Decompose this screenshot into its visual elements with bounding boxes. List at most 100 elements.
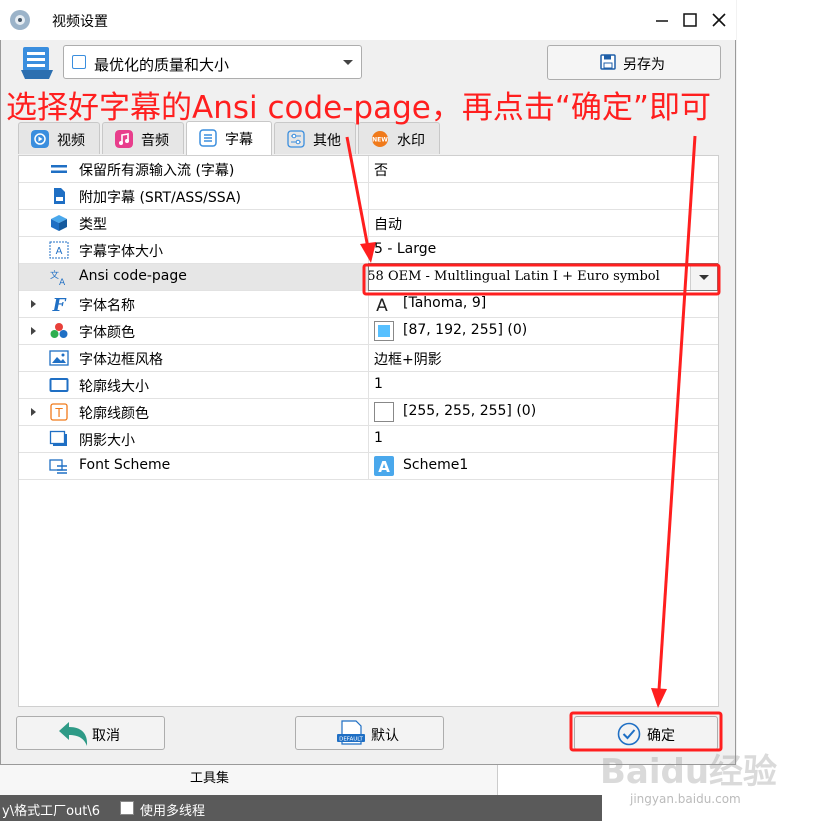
svg-text:A: A (378, 458, 390, 476)
property-value[interactable]: 5 - Large (374, 241, 436, 257)
equals-icon (51, 165, 67, 173)
cancel-label: 取消 (92, 728, 120, 744)
svg-text:文: 文 (50, 269, 59, 281)
settings-sliders-icon (287, 130, 305, 148)
save-as-button[interactable]: 另存为 (547, 45, 721, 80)
background-window-right (737, 0, 822, 821)
property-value[interactable]: [87, 192, 255] (0) (403, 322, 527, 338)
default-doc-icon: DEFAULT (337, 720, 365, 745)
property-row-attach-subtitle[interactable]: 附加字幕 (SRT/ASS/SSA) (19, 183, 718, 210)
maximize-button[interactable] (678, 8, 702, 32)
multithread-label: 使用多线程 (140, 804, 206, 819)
video-icon (31, 130, 49, 148)
save-as-label: 另存为 (623, 57, 665, 73)
property-label: 阴影大小 (79, 433, 135, 449)
property-row-shadow-size[interactable]: 阴影大小 1 (19, 426, 718, 453)
property-row-font-size[interactable]: A 字幕字体大小 5 - Large (19, 237, 718, 264)
column-divider (368, 291, 369, 318)
column-divider (368, 453, 369, 480)
cancel-button[interactable]: 取消 (16, 716, 165, 750)
close-button[interactable] (707, 8, 731, 32)
color-swatch-icon[interactable] (374, 402, 394, 422)
property-row-border-style[interactable]: 字体边框风格 边框+阴影 (19, 345, 718, 372)
image-icon (49, 350, 69, 366)
close-icon (712, 13, 726, 27)
text-t-icon: T (50, 403, 68, 421)
property-row-outline-color[interactable]: T 轮廓线颜色 [255, 255, 255] (0) (19, 399, 718, 426)
property-label: 附加字幕 (SRT/ASS/SSA) (79, 190, 241, 206)
property-grid: 保留所有源输入流 (字幕) 否 附加字幕 (SRT/ASS/SSA) 类型 自动… (18, 155, 719, 707)
expand-arrow-icon[interactable] (31, 300, 36, 308)
property-row-type[interactable]: 类型 自动 (19, 210, 718, 237)
property-label: 保留所有源输入流 (字幕) (79, 163, 235, 179)
background-panel (0, 765, 497, 795)
rectangle-icon (49, 378, 69, 392)
svg-text:T: T (54, 406, 63, 420)
property-label: 类型 (79, 217, 107, 233)
column-divider (368, 426, 369, 453)
expand-arrow-icon[interactable] (31, 408, 36, 416)
status-bar: y\格式工厂out\6 使用多线程 (0, 795, 602, 821)
letter-a-icon: A (376, 296, 388, 314)
watermark-text: Baidu经验 (600, 752, 778, 792)
preset-selected-value: 最优化的质量和大小 (94, 56, 230, 74)
property-label: 轮廓线颜色 (79, 406, 149, 422)
property-value[interactable]: 否 (374, 160, 388, 180)
palette-icon (50, 323, 68, 338)
default-badge-text: DEFAULT (339, 737, 363, 743)
ansi-code-page-dropdown[interactable]: 858 OEM - Multlingual Latin I + Euro sym… (368, 263, 718, 291)
ok-label: 确定 (647, 728, 675, 744)
minimize-button[interactable] (650, 8, 674, 32)
tab-label: 视频 (57, 133, 85, 149)
svg-text:NEW: NEW (372, 137, 388, 144)
property-value[interactable]: 1 (374, 430, 383, 446)
property-row-outline-size[interactable]: 轮廓线大小 1 (19, 372, 718, 399)
property-value[interactable]: Scheme1 (403, 457, 468, 473)
property-label: 字幕字体大小 (79, 244, 163, 260)
maximize-icon (683, 13, 697, 27)
column-divider (368, 237, 369, 264)
property-row-font-scheme[interactable]: Font Scheme A Scheme1 (19, 453, 718, 480)
font-f-icon: F (52, 295, 67, 313)
column-divider (368, 183, 369, 210)
preset-dropdown[interactable]: 最优化的质量和大小 (63, 45, 362, 79)
svg-text:F: F (52, 295, 67, 313)
svg-text:A: A (56, 246, 63, 257)
tab-label: 水印 (397, 133, 425, 149)
file-icon (54, 188, 65, 204)
property-row-font-name[interactable]: F 字体名称 A [Tahoma, 9] (19, 291, 718, 318)
minimize-icon (656, 20, 668, 22)
property-value[interactable]: 边框+阴影 (374, 349, 442, 369)
baidu-watermark: Baidu经验 jingyan.baidu.com (600, 744, 790, 814)
property-row-ansi-code-page[interactable]: 文A Ansi code-page 858 OEM - Multlingual … (19, 263, 718, 291)
translate-icon: 文A (50, 269, 66, 286)
new-badge-icon: NEW (372, 131, 388, 147)
expand-arrow-icon[interactable] (31, 327, 36, 335)
app-logo-icon (10, 10, 30, 30)
letter-a-blue-icon: A (374, 456, 394, 476)
property-value[interactable]: [Tahoma, 9] (403, 295, 486, 311)
column-divider (368, 399, 369, 426)
property-label: 字体颜色 (79, 325, 135, 341)
subtitle-icon (199, 129, 217, 147)
property-label: 轮廓线大小 (79, 379, 149, 395)
property-label: Ansi code-page (79, 268, 187, 284)
floppy-disk-icon (600, 54, 616, 70)
column-divider (368, 156, 369, 183)
color-swatch-icon[interactable] (374, 321, 394, 341)
property-row-keep-streams[interactable]: 保留所有源输入流 (字幕) 否 (19, 156, 718, 183)
checkmark-circle-icon (617, 722, 641, 746)
preset-list-icon (21, 47, 53, 79)
shadow-icon (49, 430, 67, 446)
property-value[interactable]: 1 (374, 376, 383, 392)
toolset-label[interactable]: 工具集 (190, 767, 229, 786)
property-label: 字体名称 (79, 298, 135, 314)
property-row-font-color[interactable]: 字体颜色 [87, 192, 255] (0) (19, 318, 718, 345)
property-value[interactable]: 自动 (374, 214, 402, 234)
multithread-checkbox[interactable] (120, 801, 134, 815)
property-value[interactable]: [255, 255, 255] (0) (403, 403, 536, 419)
annotation-text: 选择好字幕的Ansi code-page，再点击“确定”即可 (6, 90, 711, 126)
dropdown-button[interactable] (690, 264, 717, 290)
tab-label: 字幕 (225, 132, 253, 148)
default-button[interactable]: DEFAULT 默认 (295, 716, 444, 750)
